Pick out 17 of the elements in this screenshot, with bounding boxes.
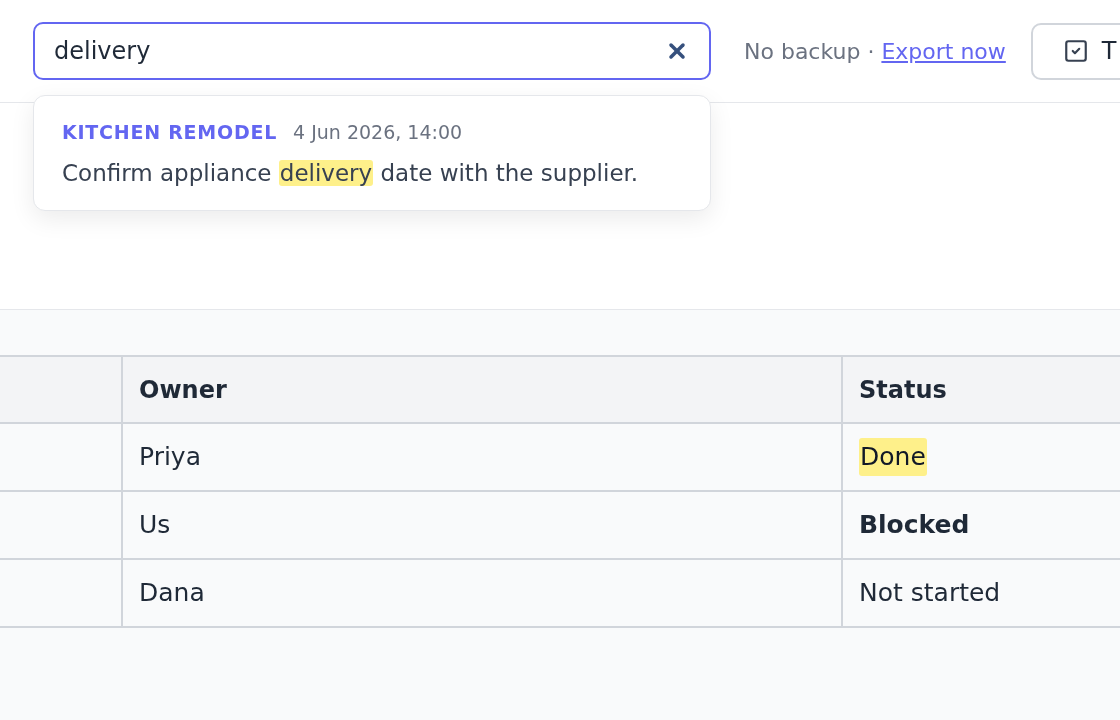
status-text: Blocked [859,509,970,542]
result-timestamp: 4 Jun 2026, 14:00 [293,120,463,145]
checkbox-icon [1062,38,1089,64]
column-header: Owner [121,357,841,424]
column-header: Status [841,357,1120,424]
export-link[interactable]: Export now [881,38,1006,64]
status-text: Not started [859,577,1001,610]
owner-cell: Priya [121,424,841,492]
search-result[interactable]: KITCHEN REMODEL 4 Jun 2026, 14:00 Confirm appliance delivery date with the supplier. [33,95,711,211]
search-field[interactable]: delivery [33,22,711,80]
status-badge: Done [859,438,927,476]
owner-cell: Us [121,492,841,560]
result-snippet: Confirm appliance delivery date with the supplier. [62,158,640,188]
backup-status: No backup · Export now [744,37,1006,66]
toolbar-button[interactable]: T [1030,22,1120,80]
owner-cell: Dana [121,560,841,628]
project-label: KITCHEN REMODEL [62,120,278,145]
